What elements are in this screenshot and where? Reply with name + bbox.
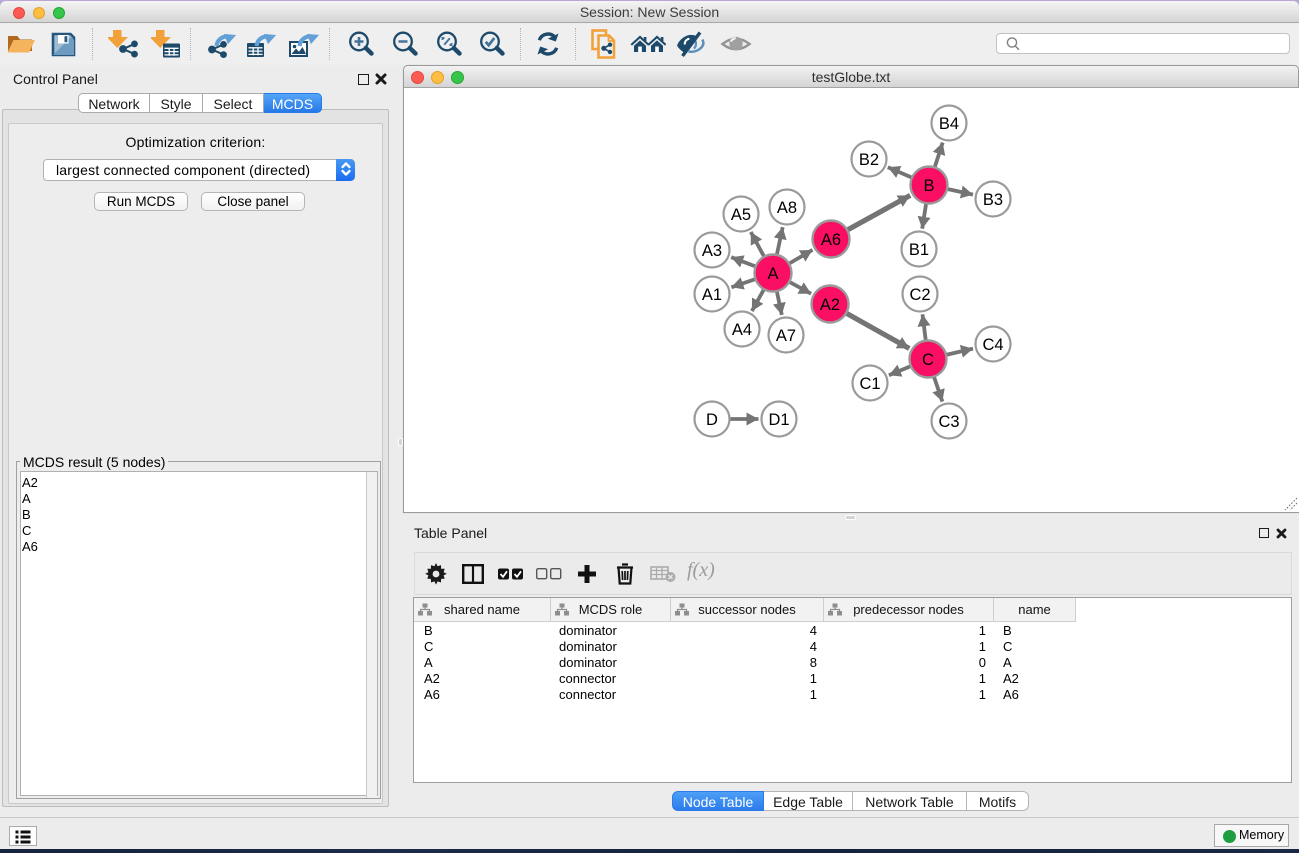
svg-text:A1: A1	[702, 286, 722, 304]
svg-text:C3: C3	[938, 413, 959, 431]
svg-text:C4: C4	[982, 336, 1003, 354]
svg-text:B2: B2	[859, 151, 879, 169]
svg-text:C1: C1	[859, 375, 880, 393]
svg-text:C: C	[922, 351, 934, 369]
svg-text:A: A	[767, 265, 778, 283]
svg-text:B3: B3	[983, 191, 1003, 209]
svg-text:D1: D1	[768, 411, 789, 429]
svg-text:B4: B4	[939, 115, 959, 133]
svg-text:A6: A6	[821, 231, 841, 249]
svg-text:B1: B1	[909, 241, 929, 259]
svg-text:D: D	[706, 411, 718, 429]
svg-text:A5: A5	[731, 206, 751, 224]
svg-text:A2: A2	[820, 296, 840, 314]
svg-text:A3: A3	[702, 242, 722, 260]
svg-text:A4: A4	[732, 321, 752, 339]
svg-text:A8: A8	[777, 199, 797, 217]
svg-text:B: B	[923, 177, 934, 195]
svg-text:C2: C2	[909, 286, 930, 304]
svg-text:A7: A7	[776, 327, 796, 345]
